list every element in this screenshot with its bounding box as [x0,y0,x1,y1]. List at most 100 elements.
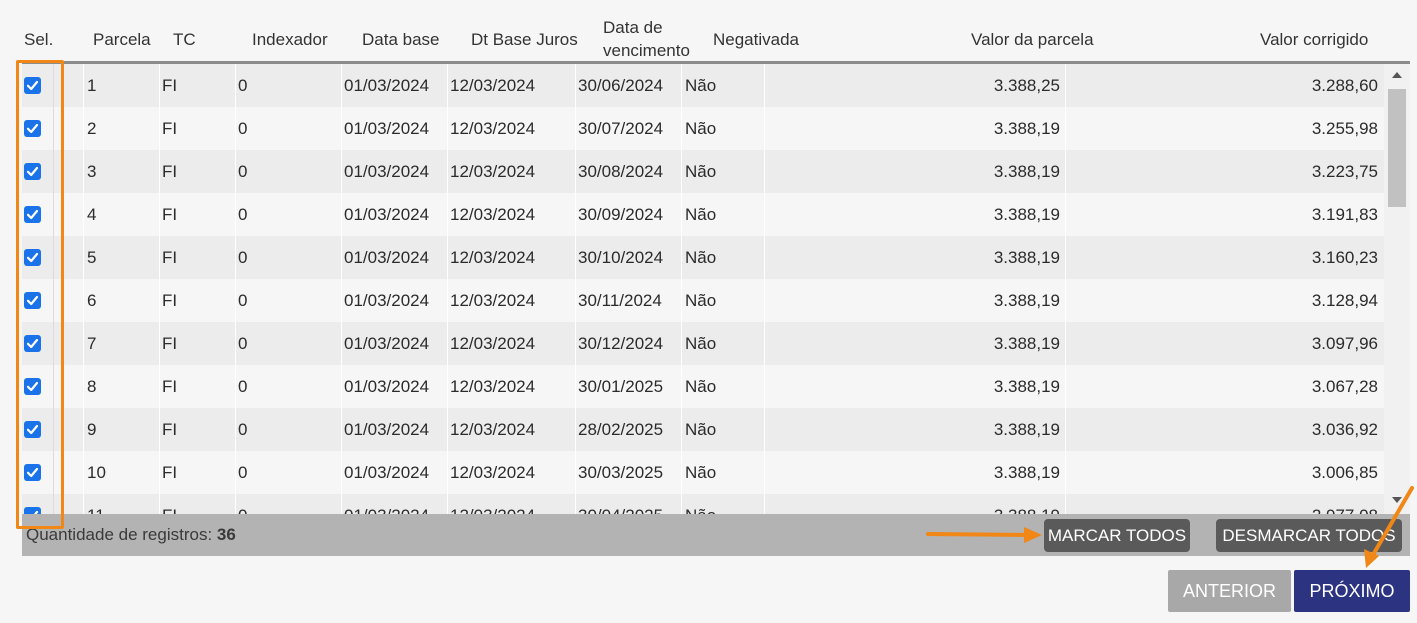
row-select-checkbox[interactable] [24,120,41,137]
row-select-checkbox[interactable] [24,163,41,180]
cell-tc: FI [162,463,178,482]
table-row[interactable]: 1 FI 0 01/03/2024 12/03/2024 30/06/2024 Não 3.3… [22,64,1384,107]
column-header-tc[interactable]: TC [173,30,196,50]
previous-button[interactable]: ANTERIOR [1168,570,1291,612]
column-header-vencimento-line2[interactable]: vencimento [603,41,690,61]
cell-vencimento: 30/04/2025 [578,494,682,514]
column-header-parcela[interactable]: Parcela [93,30,151,50]
table-row[interactable]: 6 FI 0 01/03/2024 12/03/2024 30/11/2024 Não 3.3… [22,279,1384,322]
scrollbar-thumb[interactable] [1388,89,1406,207]
cell-parcela: 11 [87,494,157,514]
row-select-checkbox[interactable] [24,464,41,481]
column-header-sel[interactable]: Sel. [24,30,53,50]
table-row[interactable]: 5 FI 0 01/03/2024 12/03/2024 30/10/2024 Não 3.3… [22,236,1384,279]
column-separator [764,64,765,107]
cell-vencimento: 30/07/2024 [578,119,664,138]
row-select-checkbox[interactable] [24,421,41,438]
row-select-checkbox[interactable] [24,335,41,352]
column-separator [235,236,236,279]
cell-indexador: 0 [238,377,248,396]
cell-negativada: Não [685,162,717,181]
checkmark-icon [26,295,39,306]
cell-dt-base-juros: 12/03/2024 [450,162,536,181]
cell-data-base: 01/03/2024 [344,463,430,482]
scroll-up-arrow-icon[interactable] [1392,72,1402,78]
mark-all-button[interactable]: MARCAR TODOS [1044,519,1190,552]
unmark-all-button[interactable]: DESMARCAR TODOS [1216,519,1402,552]
record-count: Quantidade de registros: 36 [26,514,236,556]
column-separator [1065,107,1066,150]
cell-valor-parcela: 3.388,19 [993,377,1060,396]
cell-valor-parcela: 3.388,19 [993,334,1060,353]
column-header-dt-base-juros[interactable]: Dt Base Juros [471,30,578,50]
column-separator [764,193,765,236]
cell-tc: FI [162,248,178,267]
column-separator [447,365,448,408]
cell-negativada: Não [685,291,717,310]
column-separator [159,150,160,193]
cell-parcela: 10 [87,463,106,482]
column-separator [235,451,236,494]
cell-valor-parcela: 3.388,19 [993,248,1060,267]
column-separator [1065,64,1066,107]
row-select-checkbox[interactable] [24,292,41,309]
cell-indexador: 0 [238,162,248,181]
column-header-data-base[interactable]: Data base [362,30,440,50]
table-body[interactable]: 1 FI 0 01/03/2024 12/03/2024 30/06/2024 Não 3.3… [22,64,1384,514]
column-separator [341,408,342,451]
cell-parcela: 5 [87,248,97,267]
column-header-vencimento-line1[interactable]: Data de [603,18,663,38]
column-separator [575,408,576,451]
column-separator [235,193,236,236]
table-row[interactable]: 8 FI 0 01/03/2024 12/03/2024 30/01/2025 Não 3.3… [22,365,1384,408]
row-select-checkbox[interactable] [24,77,41,94]
column-separator [83,236,84,279]
cell-vencimento: 30/08/2024 [578,162,664,181]
row-select-checkbox[interactable] [24,507,41,514]
cell-valor-parcela: 3.388,19 [993,162,1060,181]
column-separator [235,64,236,107]
row-select-checkbox[interactable] [24,206,41,223]
table-row[interactable]: 10 FI 0 01/03/2024 12/03/2024 30/03/2025 Não 3.… [22,451,1384,494]
checkmark-icon [26,166,39,177]
column-separator [764,451,765,494]
table-row[interactable]: 4 FI 0 01/03/2024 12/03/2024 30/09/2024 Não 3.3… [22,193,1384,236]
column-separator [447,193,448,236]
table-row[interactable]: 9 FI 0 01/03/2024 12/03/2024 28/02/2025 Não 3.3… [22,408,1384,451]
column-header-valor-corrigido[interactable]: Valor corrigido [1260,30,1368,50]
cell-valor-corrigido: 3.288,60 [1311,76,1378,95]
cell-valor-parcela: 3.388,19 [922,494,1060,514]
table-row[interactable]: 2 FI 0 01/03/2024 12/03/2024 30/07/2024 Não 3.3… [22,107,1384,150]
table-row[interactable]: 7 FI 0 01/03/2024 12/03/2024 30/12/2024 Não 3.3… [22,322,1384,365]
column-separator [447,494,448,514]
cell-indexador: 0 [238,463,248,482]
column-header-indexador[interactable]: Indexador [252,30,328,50]
column-separator [53,322,54,365]
cell-dt-base-juros: 12/03/2024 [450,334,536,353]
column-separator [1065,150,1066,193]
cell-valor-parcela: 3.388,19 [993,463,1060,482]
vertical-scrollbar[interactable] [1384,64,1410,514]
cell-valor-corrigido: 3.160,23 [1311,248,1378,267]
scroll-down-arrow-icon[interactable] [1392,497,1402,503]
column-separator [53,365,54,408]
cell-valor-corrigido: 3.036,92 [1311,420,1378,439]
table-row[interactable]: 3 FI 0 01/03/2024 12/03/2024 30/08/2024 Não 3.3… [22,150,1384,193]
next-button[interactable]: PRÓXIMO [1294,570,1410,612]
column-header-negativada[interactable]: Negativada [713,30,799,50]
cell-negativada: Não [685,494,755,514]
cell-negativada: Não [685,463,717,482]
row-select-checkbox[interactable] [24,378,41,395]
column-separator [83,193,84,236]
column-separator [53,236,54,279]
checkmark-icon [26,80,39,91]
cell-negativada: Não [685,334,717,353]
table-row[interactable]: 11FI 0 01/03/2024 12/03/2024 30/04/2025Não 3.… [22,494,1384,514]
row-select-checkbox[interactable] [24,249,41,266]
column-separator [575,322,576,365]
column-header-valor-parcela[interactable]: Valor da parcela [971,30,1094,50]
cell-tc: FI [162,119,178,138]
column-separator [575,451,576,494]
column-separator [235,408,236,451]
cell-dt-base-juros: 12/03/2024 [450,494,570,514]
